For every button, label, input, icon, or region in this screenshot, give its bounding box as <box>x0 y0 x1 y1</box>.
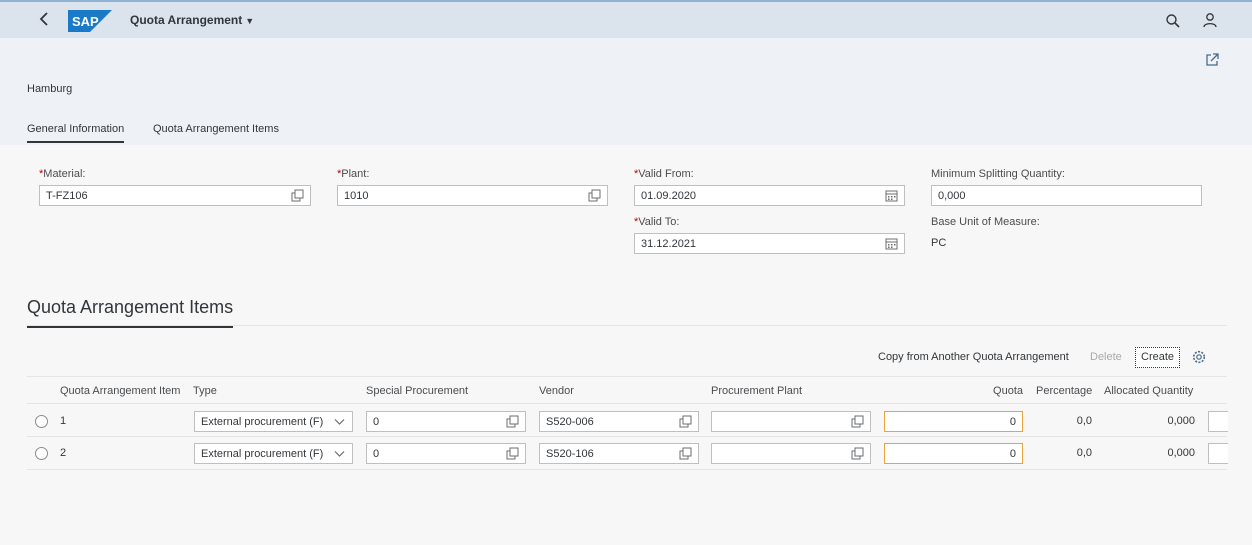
material-label: *Material: <box>39 168 86 180</box>
object-title: Hamburg <box>27 83 73 95</box>
col-header-type[interactable]: Type <box>193 385 217 397</box>
col-header-quota[interactable]: Quota <box>960 385 1023 397</box>
share-icon <box>1206 53 1219 66</box>
plant-field[interactable]: 1010 <box>337 185 608 206</box>
app-title-menu[interactable]: Quota Arrangement ▼ <box>130 13 254 27</box>
delete-button[interactable]: Delete <box>1090 351 1122 363</box>
user-icon <box>1203 13 1217 28</box>
value-help-icon[interactable] <box>506 447 519 460</box>
search-button[interactable] <box>1165 13 1181 29</box>
vendor-value: S520-106 <box>546 448 594 460</box>
vendor-value: S520-006 <box>546 416 594 428</box>
row-item-number: 1 <box>60 415 67 427</box>
base-uom-label: Base Unit of Measure: <box>931 216 1040 228</box>
valid-to-value: 31.12.2021 <box>641 238 697 250</box>
search-icon <box>1166 14 1180 28</box>
overflow-column-input[interactable] <box>1208 411 1228 432</box>
material-value: T-FZ106 <box>46 190 88 202</box>
type-value: External procurement (F) <box>201 416 324 428</box>
percentage-value: 0,0 <box>1076 415 1092 427</box>
special-procurement-input[interactable]: 0 <box>366 411 526 432</box>
tab-quota-arrangement-items[interactable]: Quota Arrangement Items <box>153 123 279 141</box>
min-split-qty-field[interactable]: 0,000 <box>931 185 1202 206</box>
section-title: Quota Arrangement Items <box>27 297 234 328</box>
base-uom-value: PC <box>931 237 947 249</box>
create-button[interactable]: Create <box>1135 347 1181 368</box>
percentage-value: 0,0 <box>1076 447 1092 459</box>
app-title: Quota Arrangement <box>130 13 243 27</box>
valid-from-label: *Valid From: <box>634 168 694 180</box>
special-procurement-value: 0 <box>373 416 380 428</box>
value-help-icon[interactable] <box>506 415 519 428</box>
valid-from-field[interactable]: 01.09.2020 <box>634 185 905 206</box>
value-help-icon[interactable] <box>588 189 601 202</box>
value-help-icon[interactable] <box>679 415 692 428</box>
calendar-icon[interactable] <box>885 237 898 250</box>
table-settings-button[interactable] <box>1192 350 1206 364</box>
min-split-qty-value: 0,000 <box>938 190 966 202</box>
chevron-left-icon <box>39 12 48 26</box>
type-select[interactable]: External procurement (F) <box>194 443 353 464</box>
type-select[interactable]: External procurement (F) <box>194 411 353 432</box>
material-field[interactable]: T-FZ106 <box>39 185 311 206</box>
vendor-input[interactable]: S520-106 <box>539 443 699 464</box>
sap-logo[interactable]: SAP <box>68 10 112 32</box>
shell-bar: SAP Quota Arrangement ▼ <box>0 0 1252 38</box>
user-button[interactable] <box>1202 12 1218 28</box>
plant-label: *Plant: <box>337 168 370 180</box>
col-header-special-procurement[interactable]: Special Procurement <box>366 385 468 397</box>
procurement-plant-input[interactable] <box>711 443 871 464</box>
value-help-icon[interactable] <box>679 447 692 460</box>
allocated-quantity-value: 0,000 <box>1167 415 1195 427</box>
gear-icon <box>1192 350 1206 364</box>
sap-logo-text: SAP <box>72 14 99 29</box>
col-header-allocated-quantity[interactable]: Allocated Quantity <box>1104 385 1193 397</box>
chevron-down-icon <box>334 419 345 425</box>
overflow-column-input[interactable] <box>1208 443 1228 464</box>
vendor-input[interactable]: S520-006 <box>539 411 699 432</box>
row-select-radio[interactable] <box>35 447 48 460</box>
quota-input[interactable]: 0 <box>884 411 1023 432</box>
copy-quota-arrangement-button[interactable]: Copy from Another Quota Arrangement <box>878 351 1069 363</box>
col-header-item[interactable]: Quota Arrangement Item <box>60 385 180 397</box>
min-split-qty-label: Minimum Splitting Quantity: <box>931 168 1065 180</box>
type-value: External procurement (F) <box>201 448 324 460</box>
value-help-icon[interactable] <box>291 189 304 202</box>
plant-value: 1010 <box>344 190 369 202</box>
back-button[interactable] <box>36 10 54 28</box>
col-header-vendor[interactable]: Vendor <box>539 385 574 397</box>
valid-from-value: 01.09.2020 <box>641 190 697 202</box>
chevron-down-icon <box>334 451 345 457</box>
value-help-icon[interactable] <box>851 447 864 460</box>
col-header-procurement-plant[interactable]: Procurement Plant <box>711 385 802 397</box>
valid-to-field[interactable]: 31.12.2021 <box>634 233 905 254</box>
calendar-icon[interactable] <box>885 189 898 202</box>
row-item-number: 2 <box>60 447 67 459</box>
row-select-radio[interactable] <box>35 415 48 428</box>
special-procurement-input[interactable]: 0 <box>366 443 526 464</box>
valid-to-label: *Valid To: <box>634 216 680 228</box>
share-button[interactable] <box>1204 52 1220 68</box>
tab-general-information[interactable]: General Information <box>27 123 125 143</box>
col-header-percentage[interactable]: Percentage <box>1036 385 1092 397</box>
value-help-icon[interactable] <box>851 415 864 428</box>
special-procurement-value: 0 <box>373 448 380 460</box>
allocated-quantity-value: 0,000 <box>1167 447 1195 459</box>
quota-input[interactable]: 0 <box>884 443 1023 464</box>
caret-down-icon: ▼ <box>245 16 255 26</box>
procurement-plant-input[interactable] <box>711 411 871 432</box>
